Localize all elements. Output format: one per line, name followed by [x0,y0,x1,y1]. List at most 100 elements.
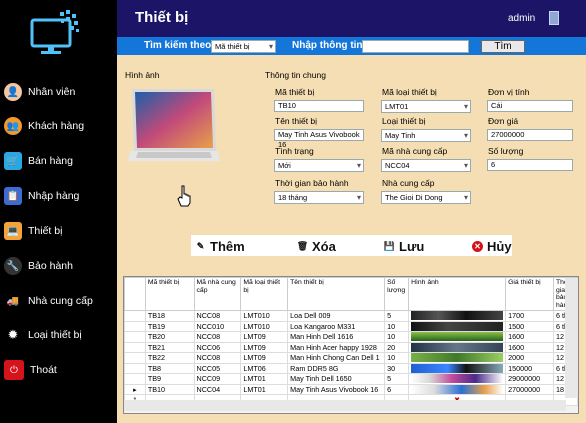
cell-quantity[interactable]: 10 [384,331,410,343]
sidebar-item-device[interactable]: 💻 Thiết bị [0,218,117,244]
cell-price[interactable]: 27000000 [505,383,554,395]
col-header[interactable]: Mã thiết bị [144,277,195,311]
table-row[interactable]: TB8 NCC05 LMT06 Ram DDR5 8G 30 150000 6 th [124,362,578,374]
row-header-cell[interactable] [124,331,146,343]
table-row[interactable]: TB22 NCC08 LMT09 Man Hinh Chong Can Dell 11… [124,352,578,364]
cell-device-name[interactable]: Ram DDR5 8G [287,362,386,374]
sidebar-item-customer[interactable]: 👥 Khách hàng [0,113,117,139]
cell-supplier-id[interactable]: NCC08 [193,310,242,322]
cell-price[interactable]: 2000 [505,352,554,364]
cell-supplier-id[interactable]: NCC010 [193,320,242,332]
cell-supplier-id[interactable]: NCC09 [193,373,242,385]
sidebar-item-exit[interactable]: ⏻ Thoát [0,357,117,383]
cell-device-id[interactable]: TB19 [144,320,195,332]
cell-supplier-id[interactable]: NCC05 [193,362,242,374]
row-header-cell[interactable] [124,373,146,385]
device-type-id-select[interactable]: LMT01 [381,100,471,113]
cell-quantity[interactable]: 5 [384,373,410,385]
cell-price[interactable]: 1700 [505,310,554,322]
cell-quantity[interactable]: 30 [384,362,410,374]
cell-price[interactable]: 1600 [505,341,554,353]
cancel-button[interactable]: ✕ Hủy [472,236,512,256]
horizontal-scrollbar[interactable] [124,400,566,411]
vertical-scrollbar[interactable] [565,278,578,398]
unit-price-field[interactable]: 27000000 [487,129,573,141]
cell-supplier-id[interactable]: NCC08 [193,352,242,364]
cell-quantity[interactable]: 5 [384,310,410,322]
cell-quantity[interactable]: 10 [384,320,410,332]
cell-type-id[interactable]: LMT01 [240,383,289,395]
cell-price[interactable]: 1500 [505,320,554,332]
device-grid[interactable]: Mã thiết bị Mã nhà cung cấp Mã loại thiế… [123,276,579,414]
supplier-id-select[interactable]: NCC04 [381,159,471,172]
cell-type-id[interactable]: LMT010 [240,320,289,332]
cell-price[interactable]: 1600 [505,331,554,343]
cell-type-id[interactable]: LMT010 [240,310,289,322]
sidebar-item-sales[interactable]: 🛒 Bán hàng [0,148,117,174]
condition-select[interactable]: Mới [274,159,364,172]
cell-device-id[interactable]: TB22 [144,352,195,364]
cell-image[interactable] [408,310,507,322]
table-row[interactable]: TB18 NCC08 LMT010 Loa Dell 009 5 1700 6 th [124,310,578,322]
supplier-select[interactable]: The Gioi Di Dong [381,191,471,204]
cell-image[interactable] [408,352,507,364]
cell-quantity[interactable]: 6 [384,383,410,395]
cell-device-id[interactable]: TB20 [144,331,195,343]
search-input[interactable] [362,40,469,53]
col-header[interactable]: Giá thiết bị [505,277,554,311]
cell-supplier-id[interactable]: NCC04 [193,383,242,395]
sidebar-item-employee[interactable]: 👤 Nhân viên [0,79,117,105]
warranty-period-select[interactable]: 18 tháng [274,191,364,204]
cell-type-id[interactable]: LMT01 [240,373,289,385]
row-header-cell[interactable] [124,352,146,364]
cell-price[interactable]: 150000 [505,362,554,374]
row-header-cell[interactable] [124,310,146,322]
unit-field[interactable]: Cái [487,100,573,112]
col-header[interactable]: Mã nhà cung cấp [193,277,242,311]
cell-device-id[interactable]: TB10 [144,383,195,395]
table-row[interactable]: TB20 NCC08 LMT09 Man Hinh Dell 1616 10 1600 12… [124,331,578,343]
table-row[interactable]: TB21 NCC06 LMT09 Man Hinh Acer happy 1928 20… [124,341,578,353]
sidebar-item-supplier[interactable]: 🚚 Nhà cung cấp [0,288,117,314]
save-button[interactable]: 💾 Lưu [384,236,424,256]
cell-device-id[interactable]: TB9 [144,373,195,385]
cell-quantity[interactable]: 20 [384,341,410,353]
sidebar-item-import[interactable]: 📋 Nhập hàng [0,183,117,209]
cell-type-id[interactable]: LMT06 [240,362,289,374]
cell-device-id[interactable]: TB18 [144,310,195,322]
cell-image[interactable] [408,383,507,395]
quantity-field[interactable]: 6 [487,159,573,171]
cell-device-name[interactable]: Man Hinh Dell 1616 [287,331,386,343]
cell-supplier-id[interactable]: NCC08 [193,331,242,343]
cell-image[interactable] [408,320,507,332]
add-button[interactable]: ✎ Thêm [195,236,245,256]
cell-type-id[interactable]: LMT09 [240,352,289,364]
device-id-field[interactable]: TB10 [274,100,364,112]
row-header-cell[interactable]: ▸ [124,383,146,395]
cell-type-id[interactable]: LMT09 [240,341,289,353]
cell-image[interactable] [408,373,507,385]
logout-door-icon[interactable] [549,11,559,25]
cell-price[interactable]: 29000000 [505,373,554,385]
sidebar-item-warranty[interactable]: 🔧 Bảo hành [0,253,117,279]
row-header-cell[interactable] [124,362,146,374]
row-header-cell[interactable] [124,320,146,332]
search-button[interactable]: Tìm [481,40,525,53]
cell-device-name[interactable]: Man Hinh Acer happy 1928 [287,341,386,353]
col-header[interactable]: Số lượng [384,277,410,311]
cell-device-name[interactable]: Loa Dell 009 [287,310,386,322]
col-header[interactable]: Mã loại thiết bị [240,277,289,311]
table-row[interactable]: TB9 NCC09 LMT01 May Tinh Dell 1650 5 29000000… [124,373,578,385]
cell-device-id[interactable]: TB8 [144,362,195,374]
search-by-select[interactable]: Mã thiết bị [211,40,276,53]
table-row[interactable]: TB19 NCC010 LMT010 Loa Kangaroo M331 10 1500 6… [124,320,578,332]
row-header-cell[interactable] [124,341,146,353]
cell-device-name[interactable]: May Tinh Asus Vivobook 16 [287,383,386,395]
cell-image[interactable] [408,341,507,353]
device-name-field[interactable]: May Tinh Asus Vivobook 16 [274,129,364,149]
cell-image[interactable] [408,331,507,343]
cell-device-name[interactable]: Loa Kangaroo M331 [287,320,386,332]
cell-device-id[interactable]: TB21 [144,341,195,353]
delete-button[interactable]: 🗑 Xóa [297,236,336,256]
cell-type-id[interactable]: LMT09 [240,331,289,343]
